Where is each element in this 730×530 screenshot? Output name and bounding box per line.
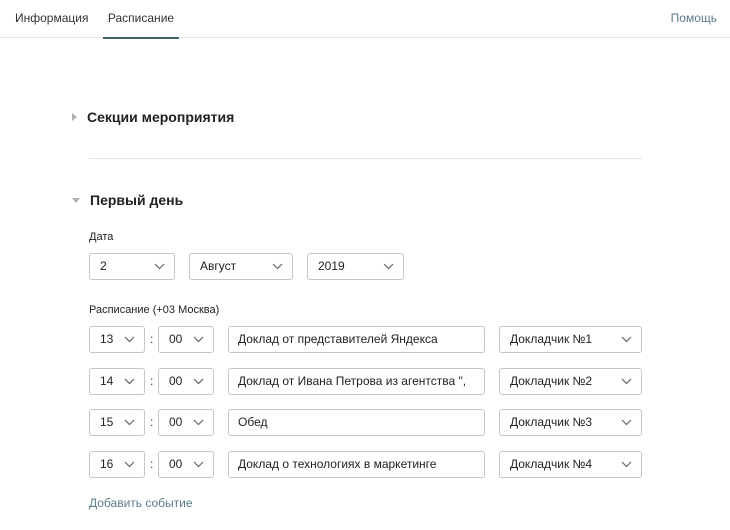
collapse-arrow-icon bbox=[72, 197, 80, 203]
minute-select[interactable]: 00 bbox=[158, 409, 214, 436]
event-sections-title: Секции мероприятия bbox=[87, 109, 235, 125]
hour-value: 14 bbox=[100, 374, 114, 388]
chevron-down-icon bbox=[193, 461, 204, 468]
speaker-value: Докладчик №3 bbox=[510, 415, 593, 429]
hour-select[interactable]: 14 bbox=[89, 368, 145, 395]
time-separator: : bbox=[150, 457, 154, 471]
minute-value: 00 bbox=[169, 457, 183, 471]
day-select[interactable]: 2 bbox=[89, 253, 175, 280]
chevron-down-icon bbox=[124, 461, 135, 468]
chevron-down-icon bbox=[124, 336, 135, 343]
minute-value: 00 bbox=[169, 332, 183, 346]
top-nav: Информация Расписание Помощь bbox=[0, 0, 730, 39]
tab-information[interactable]: Информация bbox=[15, 0, 88, 38]
chevron-down-icon bbox=[621, 419, 632, 426]
date-label: Дата bbox=[89, 231, 114, 243]
time-separator: : bbox=[150, 332, 154, 346]
chevron-down-icon bbox=[621, 378, 632, 385]
year-select-value: 2019 bbox=[318, 259, 345, 273]
hour-value: 16 bbox=[100, 457, 114, 471]
hour-select[interactable]: 15 bbox=[89, 409, 145, 436]
chevron-down-icon bbox=[193, 336, 204, 343]
hour-select[interactable]: 13 bbox=[89, 326, 145, 353]
month-select-value: Август bbox=[200, 259, 237, 273]
month-select[interactable]: Август bbox=[189, 253, 293, 280]
expand-arrow-icon bbox=[72, 113, 77, 121]
chevron-down-icon bbox=[154, 263, 165, 270]
chevron-down-icon bbox=[272, 263, 283, 270]
section-divider bbox=[89, 158, 642, 159]
tab-schedule[interactable]: Расписание bbox=[103, 0, 179, 39]
event-title-input[interactable]: Обед bbox=[228, 409, 485, 436]
minute-value: 00 bbox=[169, 374, 183, 388]
add-event-link[interactable]: Добавить событие bbox=[89, 496, 193, 510]
minute-select[interactable]: 00 bbox=[158, 451, 214, 478]
first-day-title: Первый день bbox=[90, 192, 184, 208]
speaker-select[interactable]: Докладчик №2 bbox=[499, 368, 642, 395]
event-title-input[interactable]: Доклад от Ивана Петрова из агентства ", bbox=[228, 368, 485, 395]
hour-value: 15 bbox=[100, 415, 114, 429]
help-link[interactable]: Помощь bbox=[671, 0, 717, 37]
event-title-input[interactable]: Доклад от представителей Яндекса bbox=[228, 326, 485, 353]
event-sections-toggle[interactable]: Секции мероприятия bbox=[72, 109, 234, 125]
time-separator: : bbox=[150, 415, 154, 429]
speaker-select[interactable]: Докладчик №3 bbox=[499, 409, 642, 436]
minute-select[interactable]: 00 bbox=[158, 368, 214, 395]
chevron-down-icon bbox=[124, 378, 135, 385]
speaker-value: Докладчик №4 bbox=[510, 457, 593, 471]
event-title-input[interactable]: Доклад о технологиях в маркетинге bbox=[228, 451, 485, 478]
chevron-down-icon bbox=[383, 263, 394, 270]
first-day-toggle[interactable]: Первый день bbox=[72, 192, 183, 208]
chevron-down-icon bbox=[193, 378, 204, 385]
chevron-down-icon bbox=[621, 461, 632, 468]
hour-select[interactable]: 16 bbox=[89, 451, 145, 478]
chevron-down-icon bbox=[124, 419, 135, 426]
speaker-select[interactable]: Докладчик №4 bbox=[499, 451, 642, 478]
day-select-value: 2 bbox=[100, 259, 107, 273]
chevron-down-icon bbox=[193, 419, 204, 426]
minute-select[interactable]: 00 bbox=[158, 326, 214, 353]
speaker-value: Докладчик №2 bbox=[510, 374, 593, 388]
hour-value: 13 bbox=[100, 332, 114, 346]
speaker-select[interactable]: Докладчик №1 bbox=[499, 326, 642, 353]
minute-value: 00 bbox=[169, 415, 183, 429]
time-separator: : bbox=[150, 374, 154, 388]
speaker-value: Докладчик №1 bbox=[510, 332, 593, 346]
schedule-label: Расписание (+03 Москва) bbox=[89, 304, 220, 316]
chevron-down-icon bbox=[621, 336, 632, 343]
year-select[interactable]: 2019 bbox=[307, 253, 404, 280]
